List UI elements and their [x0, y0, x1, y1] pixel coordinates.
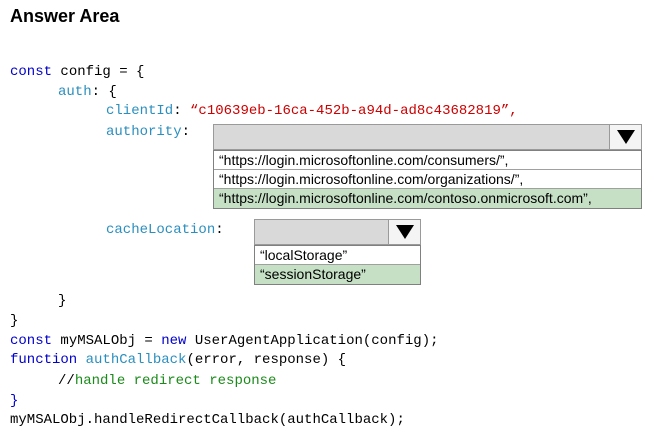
code-text: :	[215, 222, 224, 238]
const-keyword: const	[10, 333, 53, 349]
clientid-property: clientId	[106, 103, 174, 119]
code-line-1: const config = {	[10, 64, 144, 80]
code-line-6: }	[58, 293, 66, 309]
comment-text: handle redirect response	[74, 373, 277, 389]
code-text: :	[181, 124, 191, 140]
triangle-down-icon	[616, 130, 635, 144]
code-text: config = {	[52, 64, 145, 80]
code-line-2: auth: {	[58, 84, 117, 100]
code-line-12: myMSALObj.handleRedirectCallback(authCal…	[10, 412, 405, 428]
function-keyword: function	[10, 352, 78, 368]
authority-option-consumers[interactable]: “https://login.microsoftonline.com/consu…	[214, 151, 641, 170]
cachelocation-dropdown-button[interactable]	[388, 220, 420, 244]
comment-slashes: //	[58, 373, 75, 389]
code-text: (error, response) {	[186, 352, 347, 368]
closing-brace: }	[10, 313, 19, 329]
code-line-10: //handle redirect response	[58, 373, 276, 389]
code-text: : {	[91, 84, 117, 100]
code-line-8: const myMSALObj = new UserAgentApplicati…	[10, 333, 439, 349]
code-text: myMSALObj =	[52, 333, 162, 349]
function-name: authCallback	[77, 352, 187, 368]
closing-brace: }	[58, 293, 67, 309]
auth-property: auth	[58, 84, 92, 100]
code-text: :	[173, 103, 191, 119]
code-line-3: clientId: “c10639eb-16ca-452b-a94d-ad8c4…	[106, 103, 518, 119]
code-line-11: }	[10, 393, 18, 409]
cachelocation-options-list: “localStorage” “sessionStorage”	[254, 245, 421, 285]
cache-option-localstorage[interactable]: “localStorage”	[255, 246, 420, 265]
code-text: UserAgentApplication(config);	[186, 333, 439, 349]
answer-area-title: Answer Area	[10, 6, 120, 26]
code-line-5: cacheLocation:	[106, 222, 224, 238]
closing-brace: }	[10, 393, 19, 409]
authority-option-contoso[interactable]: “https://login.microsoftonline.com/conto…	[214, 189, 641, 208]
code-text: myMSALObj.handleRedirectCallback(authCal…	[10, 412, 405, 428]
cache-option-sessionstorage[interactable]: “sessionStorage”	[255, 265, 420, 284]
authority-options-list: “https://login.microsoftonline.com/consu…	[213, 150, 642, 209]
code-line-9: function authCallback(error, response) {	[10, 352, 346, 368]
new-keyword: new	[161, 333, 187, 349]
authority-property: authority	[106, 124, 182, 140]
code-line-7: }	[10, 313, 18, 329]
const-keyword: const	[10, 64, 53, 80]
authority-option-organizations[interactable]: “https://login.microsoftonline.com/organ…	[214, 170, 641, 189]
cachelocation-property: cacheLocation	[106, 222, 216, 238]
triangle-down-icon	[395, 225, 414, 239]
cachelocation-dropdown[interactable]	[254, 219, 421, 245]
authority-dropdown[interactable]	[213, 124, 642, 150]
code-line-4: authority:	[106, 124, 190, 140]
authority-dropdown-button[interactable]	[609, 125, 641, 149]
clientid-value: “c10639eb-16ca-452b-a94d-ad8c43682819”,	[190, 103, 518, 119]
